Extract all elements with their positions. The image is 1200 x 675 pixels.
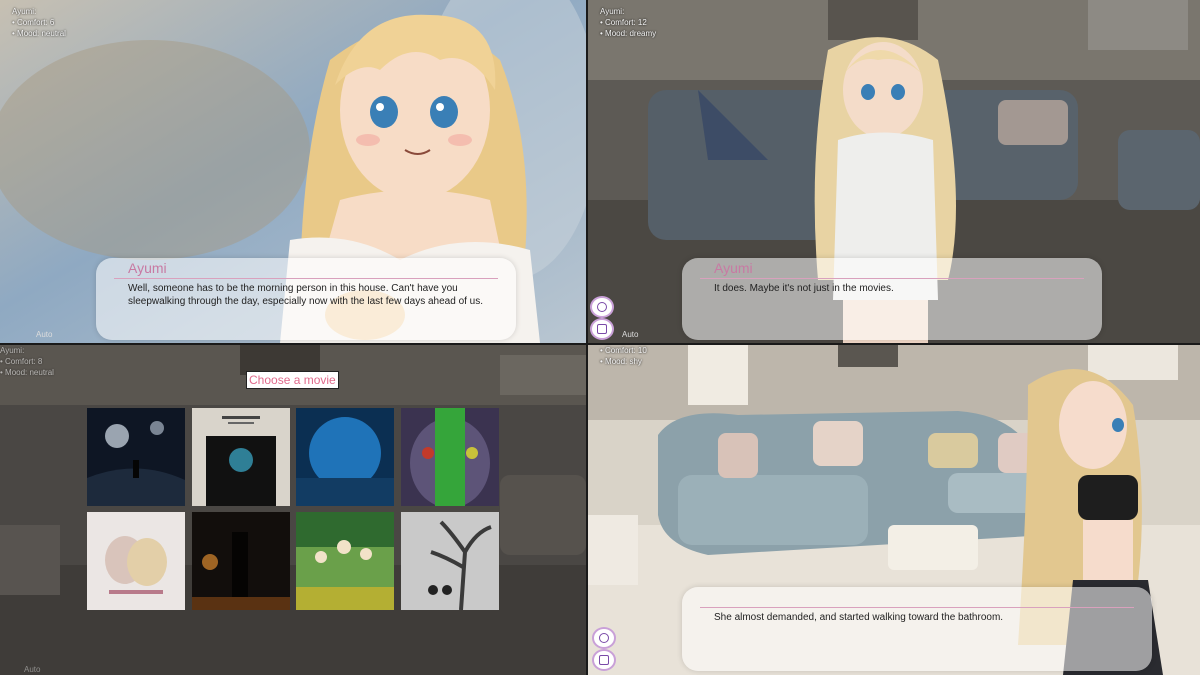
noir-poster-icon: [192, 512, 290, 610]
name-divider: [700, 607, 1134, 608]
scene-panel-1: Ayumi: • Comfort: 6 • Mood: neutral Ayum…: [0, 0, 586, 343]
dialogue-text: She almost demanded, and started walking…: [714, 612, 1004, 623]
camera-icon: [599, 633, 609, 643]
movie-menu-title: Choose a movie: [246, 371, 339, 389]
name-divider: [114, 278, 498, 279]
picture-icon: [597, 324, 607, 334]
camera-button[interactable]: [590, 296, 614, 318]
stat-mood: • Mood: shy: [600, 357, 642, 366]
alien-face-poster-icon: [401, 408, 499, 506]
stat-comfort: • Comfort: 12: [600, 18, 647, 27]
stats-title: Ayumi:: [600, 7, 625, 16]
stats-title: Ayumi:: [12, 7, 37, 16]
dialogue-box[interactable]: Ayumi It does. Maybe it's not just in th…: [682, 258, 1102, 340]
movie-poster-blue-planet[interactable]: [296, 408, 394, 506]
dialogue-text: Well, someone has to be the morning pers…: [128, 283, 484, 307]
portal-poster-icon: [192, 408, 290, 506]
stats-title: Ayumi:: [0, 346, 25, 355]
stat-comfort: • Comfort: 10: [600, 346, 647, 355]
camera-button[interactable]: [592, 627, 616, 649]
auto-button[interactable]: Auto: [24, 665, 40, 674]
dialogue-text: It does. Maybe it's not just in the movi…: [714, 283, 894, 294]
movie-poster-winter-tree[interactable]: [401, 512, 499, 610]
screenshot-grid: Ayumi: • Comfort: 6 • Mood: neutral Ayum…: [0, 0, 1200, 675]
movie-poster-noir[interactable]: [192, 512, 290, 610]
movie-poster-space[interactable]: [87, 408, 185, 506]
camera-icon: [597, 302, 607, 312]
winter-tree-poster-icon: [401, 512, 499, 610]
speaker-name: Ayumi: [128, 260, 167, 276]
romance-poster-icon: [87, 512, 185, 610]
stat-comfort: • Comfort: 6: [12, 18, 55, 27]
movie-poster-romance[interactable]: [87, 512, 185, 610]
stats-overlay: • Comfort: 10 • Mood: shy: [600, 345, 647, 367]
scene-panel-2: Ayumi: • Comfort: 12 • Mood: dreamy Ayum…: [588, 0, 1200, 343]
gallery-button[interactable]: [592, 649, 616, 671]
stat-comfort: • Comfort: 8: [0, 357, 43, 366]
stat-mood: • Mood: neutral: [0, 368, 54, 377]
movie-poster-portal[interactable]: [192, 408, 290, 506]
gallery-button[interactable]: [590, 318, 614, 340]
movie-poster-alien-face[interactable]: [401, 408, 499, 506]
scene-panel-4: • Comfort: 10 • Mood: shy She almost dem…: [588, 345, 1200, 675]
stat-mood: • Mood: dreamy: [600, 29, 657, 38]
scene-panel-3: Ayumi: • Comfort: 8 • Mood: neutral Choo…: [0, 345, 586, 675]
name-divider: [700, 278, 1084, 279]
stats-overlay: Ayumi: • Comfort: 6 • Mood: neutral: [12, 6, 66, 39]
dialogue-box[interactable]: Ayumi Well, someone has to be the mornin…: [96, 258, 516, 340]
speaker-name: Ayumi: [714, 260, 753, 276]
movie-poster-meadow[interactable]: [296, 512, 394, 610]
dialogue-box[interactable]: She almost demanded, and started walking…: [682, 587, 1152, 671]
stats-overlay: Ayumi: • Comfort: 12 • Mood: dreamy: [600, 6, 656, 39]
scene-background: [0, 345, 586, 675]
space-poster-icon: [87, 408, 185, 506]
auto-button[interactable]: Auto: [622, 330, 638, 339]
stat-mood: • Mood: neutral: [12, 29, 66, 38]
blue-planet-poster-icon: [296, 408, 394, 506]
stats-overlay: Ayumi: • Comfort: 8 • Mood: neutral: [0, 345, 54, 378]
auto-button[interactable]: Auto: [36, 330, 52, 339]
meadow-poster-icon: [296, 512, 394, 610]
picture-icon: [599, 655, 609, 665]
